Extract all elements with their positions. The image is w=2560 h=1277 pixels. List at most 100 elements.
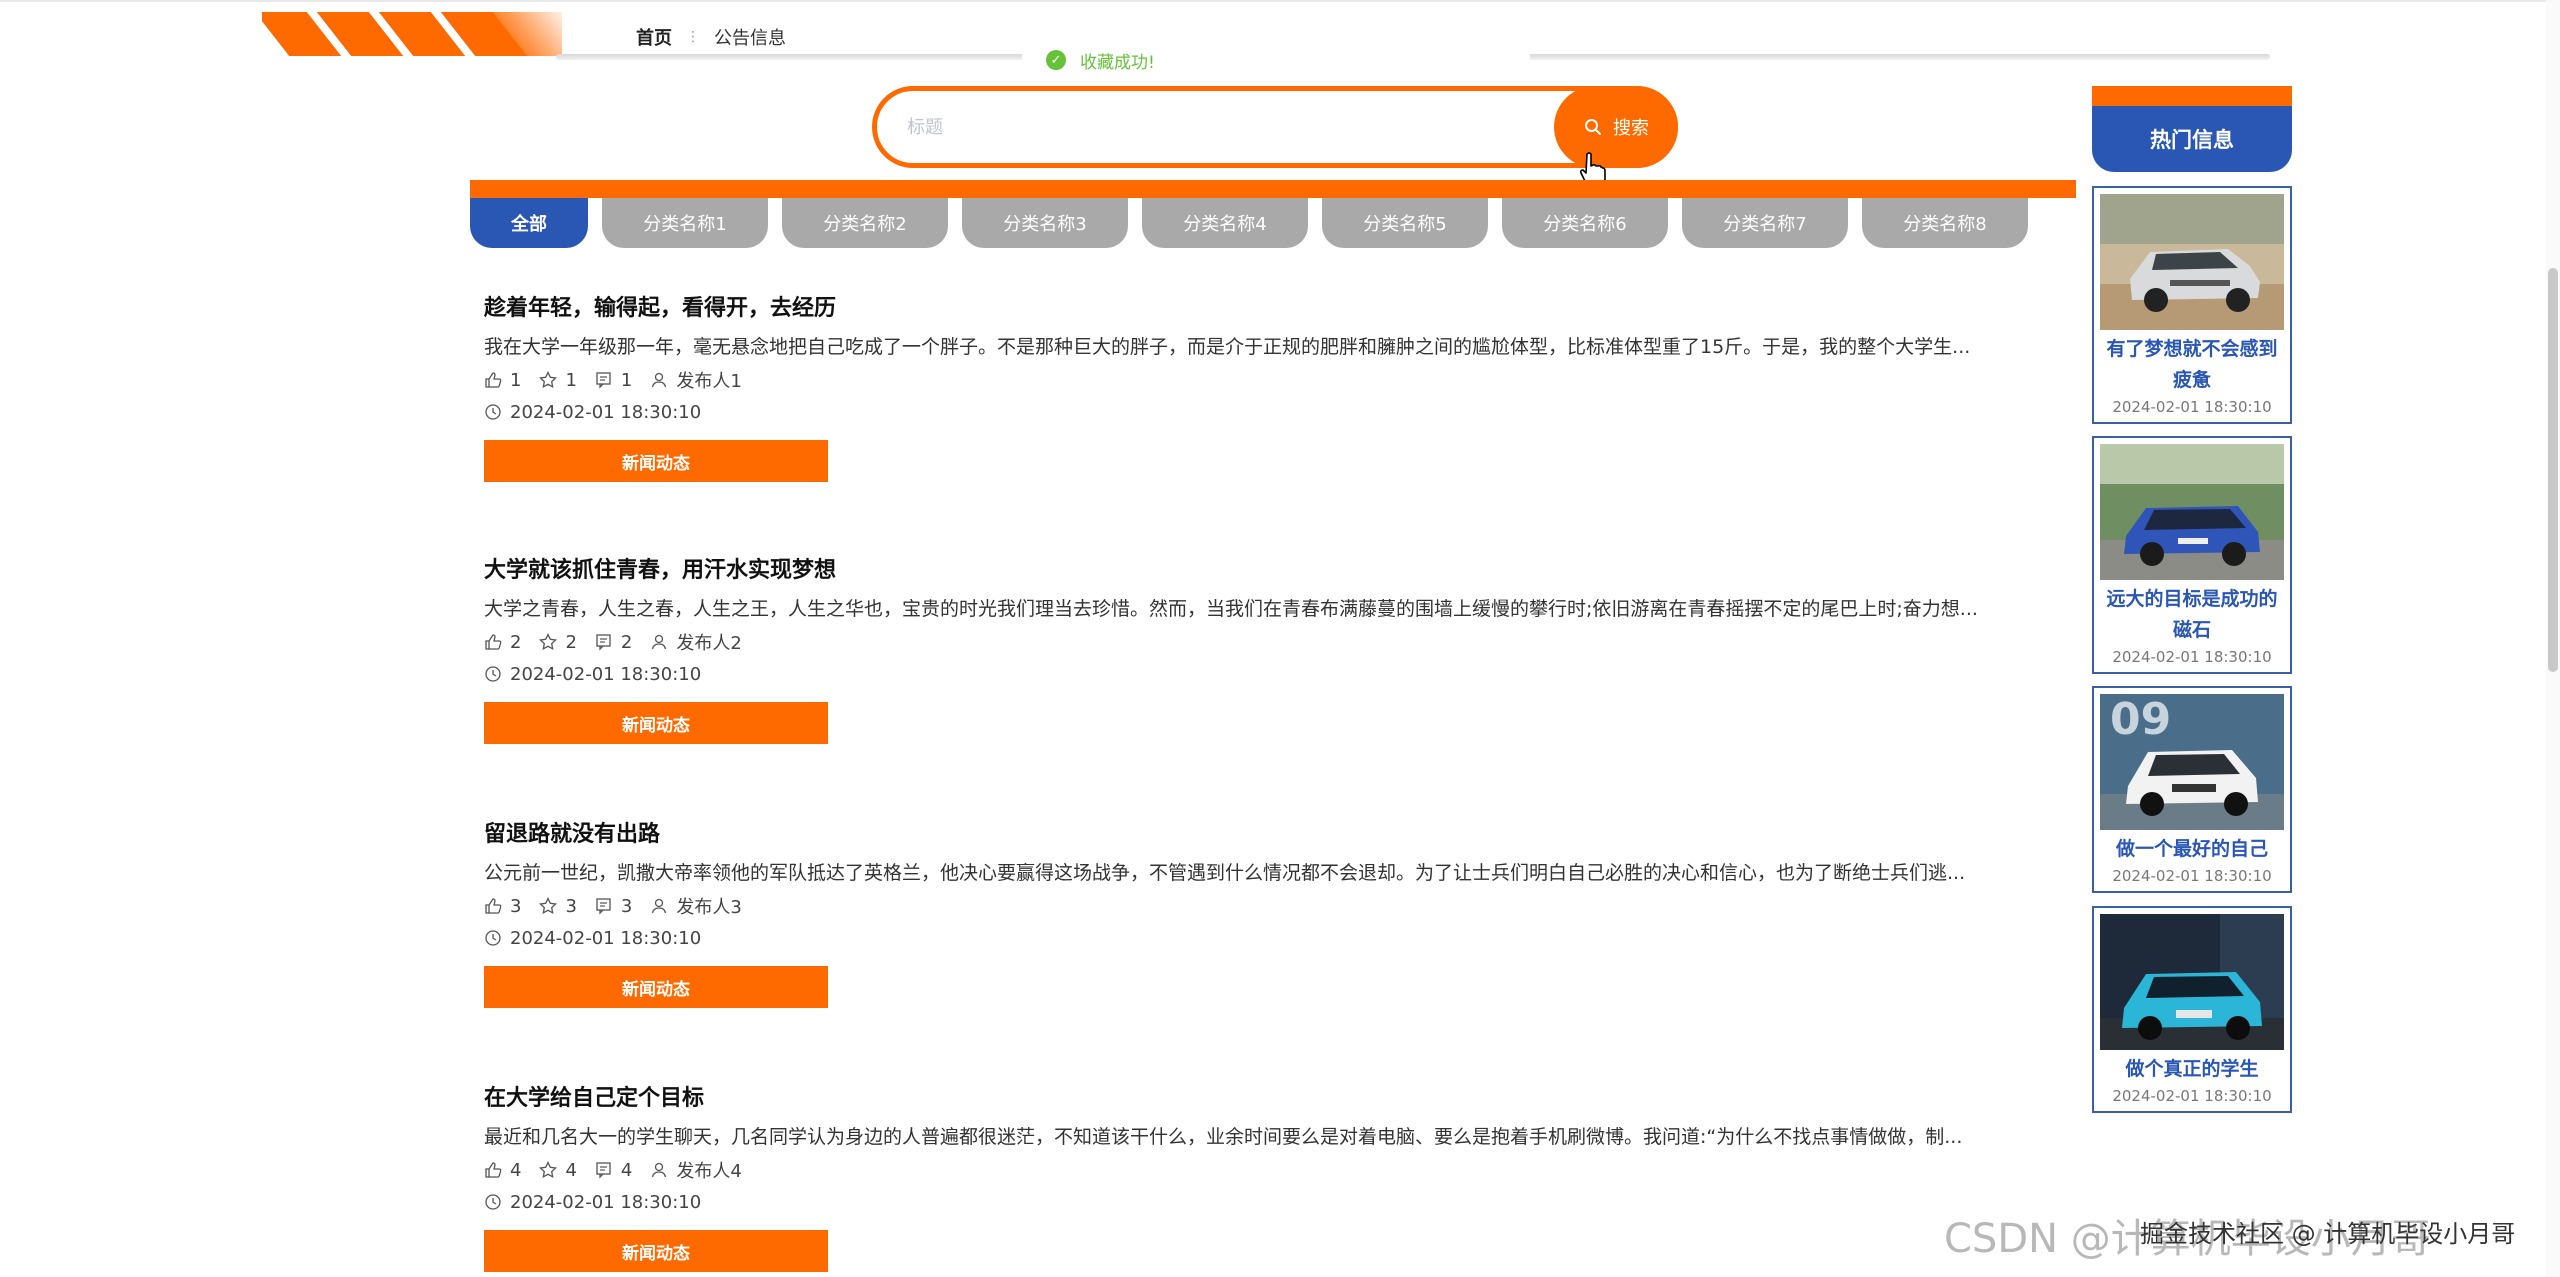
hot-item-date: 2024-02-01 18:30:10	[2112, 1087, 2272, 1105]
scrollbar-thumb[interactable]	[2548, 268, 2558, 672]
news-meta: 1 1 1 发布人1	[484, 364, 2064, 396]
tab-category-1[interactable]: 分类名称1	[602, 198, 768, 248]
favorite-count-value: 3	[565, 895, 577, 917]
news-time: 2024-02-01 18:30:10	[484, 658, 2064, 690]
clock-icon	[485, 1194, 501, 1210]
hot-item-caption: 远大的目标是成功的磁石	[2106, 588, 2278, 641]
publisher: 发布人2	[650, 629, 742, 655]
breadcrumb: 首页 ⋮ 公告信息	[636, 24, 786, 50]
header-stripes-decoration	[262, 12, 562, 56]
like-count: 1	[484, 370, 521, 391]
publisher-name: 发布人3	[676, 897, 742, 918]
like-count: 2	[484, 632, 521, 653]
search-button-label: 搜索	[1613, 118, 1649, 139]
news-title[interactable]: 趁着年轻，输得起，看得开，去经历	[484, 292, 2064, 326]
white-suv-photo: 09	[2100, 694, 2284, 830]
user-icon	[652, 1162, 667, 1178]
cyan-suv-photo	[2100, 914, 2284, 1050]
hot-item-caption: 做个真正的学生	[2125, 1058, 2259, 1080]
tab-category-2[interactable]: 分类名称2	[782, 198, 948, 248]
news-category-tag[interactable]: 新闻动态	[484, 966, 828, 1008]
hot-item[interactable]: 做个真正的学生 2024-02-01 18:30:10	[2092, 906, 2292, 1113]
tab-category-3[interactable]: 分类名称3	[962, 198, 1128, 248]
favorite-count: 2	[539, 632, 577, 653]
comment-count: 3	[595, 896, 632, 917]
comment-icon	[596, 898, 611, 915]
news-category-tag[interactable]: 新闻动态	[484, 440, 828, 482]
favorite-count-value: 1	[565, 369, 577, 391]
tab-category-8[interactable]: 分类名称8	[1862, 198, 2028, 248]
success-toast: ✓ 收藏成功!	[1022, 38, 1530, 82]
like-count: 4	[484, 1160, 521, 1181]
clock-icon	[485, 666, 501, 682]
hot-item[interactable]: 09 做一个最好的自己 2024-02-01 18:30:10	[2092, 686, 2292, 893]
page-root: 首页 ⋮ 公告信息 ✓ 收藏成功! 搜索 全部 分类名称1 分类名称2 分类名称…	[0, 0, 2560, 1277]
comment-count: 1	[595, 370, 632, 391]
clock-icon	[485, 930, 501, 946]
news-time: 2024-02-01 18:30:10	[484, 396, 2064, 428]
clock-icon	[485, 404, 501, 420]
news-item[interactable]: 大学就该抓住青春，用汗水实现梦想 大学之青春，人生之春，人生之王，人生之华也，宝…	[484, 554, 2064, 744]
news-time: 2024-02-01 18:30:10	[484, 1186, 2064, 1218]
star-icon	[539, 371, 558, 389]
thumbs-up-icon	[485, 372, 502, 388]
news-time-value: 2024-02-01 18:30:10	[510, 1191, 702, 1213]
category-tabs: 全部 分类名称1 分类名称2 分类名称3 分类名称4 分类名称5 分类名称6 分…	[470, 198, 2028, 248]
success-check-icon: ✓	[1046, 50, 1066, 70]
tab-all[interactable]: 全部	[470, 198, 588, 248]
comment-count-value: 3	[620, 895, 633, 917]
star-icon	[539, 1161, 558, 1179]
toast-message: 收藏成功!	[1080, 52, 1155, 73]
search-bar: 搜索	[872, 86, 1678, 168]
news-summary: 大学之青春，人生之春，人生之王，人生之华也，宝贵的时光我们理当去珍惜。然而，当我…	[484, 598, 1978, 620]
news-summary: 最近和几名大一的学生聊天，几名同学认为身边的人普遍都很迷茫，不知道该干什么，业余…	[484, 1126, 1963, 1148]
publisher: 发布人4	[650, 1157, 742, 1183]
user-icon	[652, 898, 667, 914]
news-item[interactable]: 在大学给自己定个目标 最近和几名大一的学生聊天，几名同学认为身边的人普遍都很迷茫…	[484, 1082, 2064, 1272]
news-item[interactable]: 留退路就没有出路 公元前一世纪，凯撒大帝率领他的军队抵达了英格兰，他决心要赢得这…	[484, 818, 2064, 1008]
hot-item[interactable]: 远大的目标是成功的磁石 2024-02-01 18:30:10	[2092, 436, 2292, 674]
hot-item-date: 2024-02-01 18:30:10	[2112, 867, 2272, 885]
comment-icon	[596, 1162, 611, 1179]
breadcrumb-separator: ⋮	[686, 29, 700, 45]
comment-count-value: 4	[620, 1159, 633, 1181]
thumbs-up-icon	[485, 634, 502, 650]
breadcrumb-home-link[interactable]: 首页	[636, 24, 672, 50]
favorite-count: 3	[539, 895, 577, 917]
publisher-name: 发布人4	[676, 1161, 742, 1182]
news-meta: 4 4 4 发布人4	[484, 1154, 2064, 1186]
news-category-tag[interactable]: 新闻动态	[484, 702, 828, 744]
hot-item-date: 2024-02-01 18:30:10	[2112, 398, 2272, 416]
tab-category-6[interactable]: 分类名称6	[1502, 198, 1668, 248]
like-count: 3	[484, 896, 521, 917]
favorite-count-value: 4	[565, 1159, 577, 1181]
tab-category-7[interactable]: 分类名称7	[1682, 198, 1848, 248]
news-time-value: 2024-02-01 18:30:10	[510, 663, 702, 685]
svg-text:09: 09	[2110, 694, 2171, 745]
tab-category-5[interactable]: 分类名称5	[1322, 198, 1488, 248]
star-icon	[539, 897, 558, 915]
news-title[interactable]: 在大学给自己定个目标	[484, 1082, 2064, 1116]
tab-category-4[interactable]: 分类名称4	[1142, 198, 1308, 248]
user-icon	[652, 372, 667, 388]
news-meta: 3 3 3 发布人3	[484, 890, 2064, 922]
hot-item[interactable]: 有了梦想就不会感到疲惫 2024-02-01 18:30:10	[2092, 186, 2292, 424]
news-item[interactable]: 趁着年轻，输得起，看得开，去经历 我在大学一年级那一年，毫无悬念地把自己吃成了一…	[484, 292, 2064, 482]
search-input[interactable]	[905, 109, 1545, 145]
hot-item-caption: 有了梦想就不会感到疲惫	[2106, 338, 2278, 391]
page-scrollbar[interactable]	[2546, 0, 2560, 1277]
search-button[interactable]: 搜索	[1554, 86, 1678, 168]
news-category-tag[interactable]: 新闻动态	[484, 1230, 828, 1272]
thumbs-up-icon	[485, 898, 502, 914]
news-title[interactable]: 留退路就没有出路	[484, 818, 2064, 852]
hot-info-header: 热门信息	[2092, 86, 2292, 172]
comment-icon	[596, 634, 611, 651]
news-summary: 我在大学一年级那一年，毫无悬念地把自己吃成了一个胖子。不是那种巨大的胖子，而是介…	[484, 336, 1971, 358]
comment-count: 4	[595, 1160, 632, 1181]
news-title[interactable]: 大学就该抓住青春，用汗水实现梦想	[484, 554, 2064, 588]
juejin-watermark: 掘金技术社区 @ 计算机毕设小月哥	[2140, 1220, 2516, 1248]
star-icon	[539, 633, 558, 651]
hot-item-caption: 做一个最好的自己	[2115, 838, 2268, 860]
comment-icon	[596, 372, 611, 389]
user-icon	[652, 634, 667, 650]
